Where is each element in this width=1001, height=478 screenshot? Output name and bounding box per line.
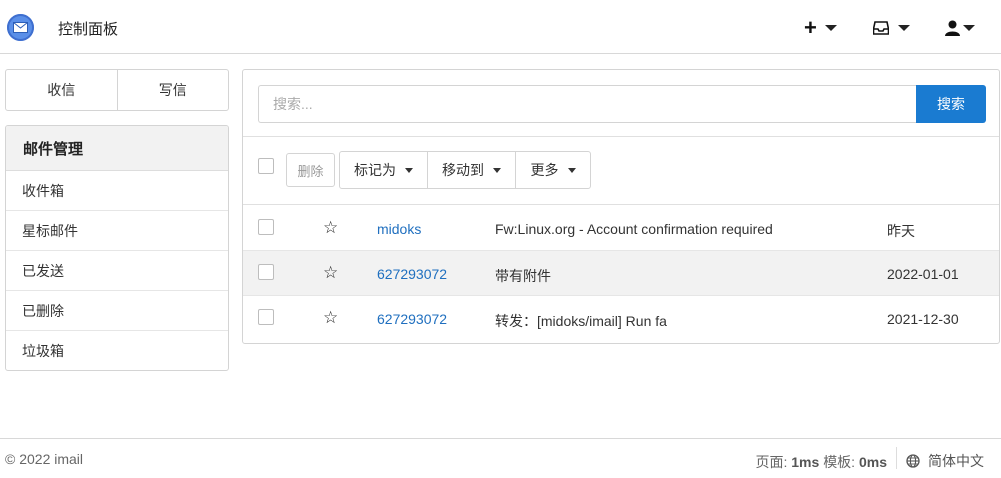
mail-date: 2022-01-01 [887,266,959,282]
page-footer: © 2022 imail 页面: 1ms 模板: 0ms 简体中文 [0,438,1001,478]
top-navbar: 控制面板 + [0,0,1001,54]
receive-mail-button[interactable]: 收信 [6,70,117,110]
mail-subject[interactable]: Fw:Linux.org - Account confirmation requ… [495,221,773,237]
sidebar-item-junk[interactable]: 垃圾箱 [6,331,228,370]
mail-list-panel: 搜索 删除 标记为 移动到 更多 ☆ midoks Fw:Linux.org -… [242,69,1000,344]
mail-row[interactable]: ☆ 627293072 转发：[midoks/imail] Run fa 202… [243,296,999,341]
create-menu[interactable]: + [804,15,837,41]
mail-sender[interactable]: midoks [377,221,421,237]
mail-subject[interactable]: 转发：[midoks/imail] Run fa [495,311,667,331]
delete-button[interactable]: 删除 [286,153,335,187]
row-checkbox[interactable] [258,309,274,325]
user-icon [945,20,960,36]
user-menu[interactable] [945,15,975,41]
select-all-checkbox[interactable] [258,158,274,174]
page-time-label: 页面: [755,454,788,470]
chevron-down-icon [824,25,837,31]
mail-subject[interactable]: 带有附件 [495,266,551,286]
plus-icon: + [804,15,817,40]
chevron-down-icon [963,25,975,31]
footer-divider [896,447,897,469]
language-label: 简体中文 [928,453,984,469]
more-label: 更多 [530,162,559,178]
toolbar-button-group: 标记为 移动到 更多 [339,151,591,189]
mail-row[interactable]: ☆ midoks Fw:Linux.org - Account confirma… [243,206,999,251]
search-input[interactable] [258,85,916,123]
mail-action-group: 收信 写信 [5,69,229,111]
mail-row[interactable]: ☆ 627293072 带有附件 2022-01-01 [243,251,999,296]
row-checkbox[interactable] [258,264,274,280]
sidebar-item-sent[interactable]: 已发送 [6,251,228,291]
globe-icon [906,454,920,468]
mail-sender[interactable]: 627293072 [377,266,447,282]
mail-sender[interactable]: 627293072 [377,311,447,327]
compose-mail-button[interactable]: 写信 [116,70,229,110]
more-dropdown[interactable]: 更多 [515,152,590,188]
chevron-down-icon [493,167,501,173]
row-checkbox[interactable] [258,219,274,235]
chevron-down-icon [898,25,910,31]
move-to-label: 移动到 [442,162,484,178]
star-icon[interactable]: ☆ [323,219,338,236]
mail-folders-panel: 邮件管理 收件箱 星标邮件 已发送 已删除 垃圾箱 [5,125,229,371]
template-time-label: 模板: [823,454,856,470]
render-stats: 页面: 1ms 模板: 0ms [755,452,887,472]
search-button[interactable]: 搜索 [916,85,986,123]
sidebar-item-starred[interactable]: 星标邮件 [6,211,228,251]
search-bar: 搜索 [243,70,999,137]
page-time-value: 1ms [791,454,820,470]
mail-date: 昨天 [887,223,915,239]
mark-as-label: 标记为 [354,162,396,178]
inbox-menu[interactable] [873,15,910,41]
sidebar-item-inbox[interactable]: 收件箱 [6,171,228,211]
panel-title: 邮件管理 [6,126,228,171]
mark-as-dropdown[interactable]: 标记为 [340,152,427,188]
mail-icon[interactable] [7,14,34,41]
template-time-value: 0ms [858,454,887,470]
star-icon[interactable]: ☆ [323,309,338,326]
inbox-icon [873,21,889,35]
control-panel-link[interactable]: 控制面板 [58,18,118,39]
copyright-text: © 2022 imail [5,451,84,467]
sidebar-item-deleted[interactable]: 已删除 [6,291,228,331]
star-icon[interactable]: ☆ [323,264,338,281]
chevron-down-icon [405,167,413,173]
language-selector[interactable]: 简体中文 [906,451,984,471]
mail-toolbar: 删除 标记为 移动到 更多 [243,137,999,205]
chevron-down-icon [567,167,576,173]
mail-date: 2021-12-30 [887,311,959,327]
move-to-dropdown[interactable]: 移动到 [427,152,515,188]
